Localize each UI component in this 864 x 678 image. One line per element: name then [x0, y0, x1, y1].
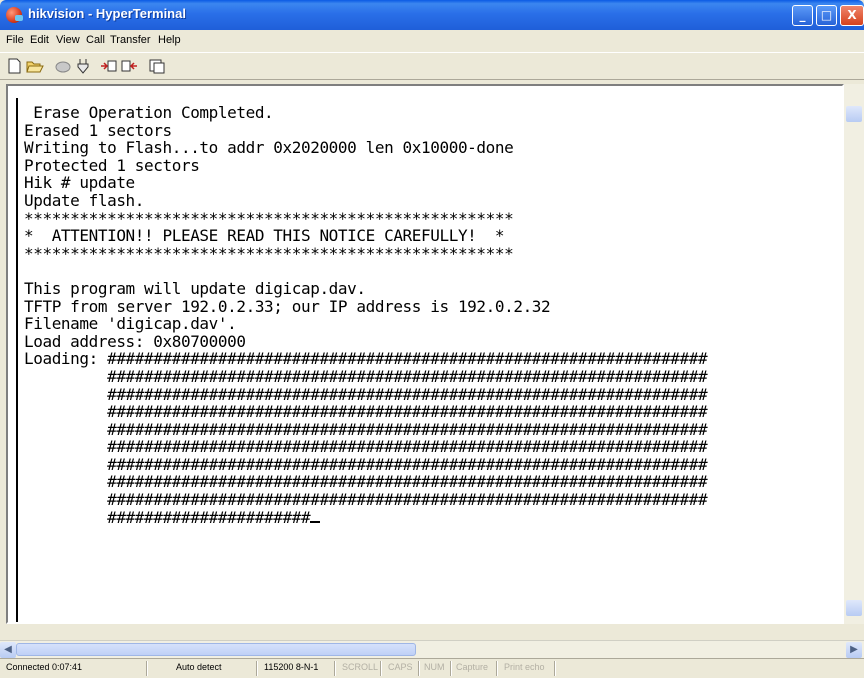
minimize-icon: _	[799, 8, 806, 22]
status-divider	[256, 661, 258, 676]
terminal-line: TFTP from server 192.0.2.33; our IP addr…	[24, 296, 551, 316]
status-connected: Connected 0:07:41	[6, 662, 83, 672]
close-icon: X	[847, 8, 857, 22]
horizontal-scrollbar[interactable]: ◀ ▶	[0, 640, 864, 659]
status-divider	[418, 661, 420, 676]
terminal-line: ########################################…	[24, 454, 708, 474]
title-bar[interactable]: hikvision - HyperTerminal _ □ X	[0, 0, 864, 30]
status-divider	[380, 661, 382, 676]
terminal-line: ########################################…	[24, 384, 708, 404]
status-print-echo: Print echo	[504, 662, 545, 672]
status-detect: Auto detect	[176, 662, 222, 672]
menu-bar: File Edit View Call Transfer Help	[0, 30, 864, 52]
terminal-line: Erase Operation Completed.	[24, 103, 274, 122]
terminal-output: Erase Operation Completed. Erased 1 secto…	[16, 98, 842, 622]
status-settings: 115200 8-N-1	[264, 662, 319, 672]
terminal-line: Load address: 0x80700000	[24, 331, 246, 351]
maximize-button[interactable]: □	[816, 5, 837, 26]
status-divider	[554, 661, 556, 676]
status-num: NUM	[424, 662, 445, 672]
terminal-line: ########################################…	[24, 402, 708, 422]
terminal-line: Hik # update	[24, 173, 135, 193]
status-divider	[146, 661, 148, 676]
status-bar: Connected 0:07:41 Auto detect 115200 8-N…	[0, 658, 864, 678]
minimize-button[interactable]: _	[792, 5, 813, 26]
terminal-line: Filename 'digicap.dav'.	[24, 314, 237, 334]
maximize-icon: □	[820, 8, 833, 22]
scroll-up-icon[interactable]	[846, 106, 862, 122]
status-divider	[496, 661, 498, 676]
window-title: hikvision - HyperTerminal	[28, 6, 186, 21]
status-caps: CAPS	[388, 662, 413, 672]
dial-icon[interactable]	[74, 58, 92, 74]
receive-icon[interactable]	[120, 58, 138, 74]
vertical-scrollbar[interactable]	[844, 84, 864, 624]
terminal-text: Erase Operation Completed. Erased 1 secto…	[24, 103, 708, 527]
horizontal-scroll-thumb[interactable]	[16, 643, 416, 656]
terminal-line: ########################################…	[24, 472, 708, 492]
menu-help[interactable]: Help	[158, 34, 181, 46]
terminal-window[interactable]: Erase Operation Completed. Erased 1 secto…	[6, 84, 844, 624]
status-scroll: SCROLL	[342, 662, 379, 672]
menu-file[interactable]: File	[6, 34, 24, 46]
terminal-line: ######################	[24, 509, 707, 527]
disconnect-icon[interactable]	[54, 58, 72, 74]
cursor-icon	[310, 521, 321, 524]
hyperterminal-app-icon[interactable]	[6, 7, 23, 23]
scroll-down-icon[interactable]	[846, 600, 862, 616]
new-connection-icon[interactable]	[6, 58, 24, 74]
status-divider	[334, 661, 336, 676]
terminal-line: ########################################…	[24, 437, 708, 457]
terminal-line: ****************************************…	[24, 208, 514, 228]
terminal-line: Loading: ###############################…	[24, 349, 708, 369]
terminal-line: ########################################…	[24, 490, 708, 510]
menu-transfer[interactable]: Transfer	[110, 34, 151, 46]
terminal-line: Update flash.	[24, 190, 145, 210]
terminal-line: This program will update digicap.dav.	[24, 278, 366, 298]
menu-edit[interactable]: Edit	[30, 34, 49, 46]
scroll-left-icon[interactable]: ◀	[0, 642, 16, 658]
status-capture: Capture	[456, 662, 489, 672]
scroll-right-icon[interactable]: ▶	[846, 642, 862, 658]
send-icon[interactable]	[100, 58, 118, 74]
terminal-line: ########################################…	[24, 366, 708, 386]
terminal-line: ****************************************…	[24, 243, 514, 263]
terminal-line: Protected 1 sectors	[24, 155, 200, 175]
terminal-line: ########################################…	[24, 419, 708, 439]
properties-icon[interactable]	[148, 58, 166, 74]
terminal-line: Writing to Flash...to addr 0x2020000 len…	[24, 138, 514, 158]
toolbar	[0, 52, 864, 80]
menu-view[interactable]: View	[56, 34, 80, 46]
status-divider	[450, 661, 452, 676]
close-button[interactable]: X	[840, 5, 864, 26]
terminal-line: Erased 1 sectors	[24, 120, 172, 140]
terminal-line: * ATTENTION!! PLEASE READ THIS NOTICE CA…	[24, 226, 505, 246]
open-icon[interactable]	[26, 58, 44, 74]
menu-call[interactable]: Call	[86, 34, 105, 46]
